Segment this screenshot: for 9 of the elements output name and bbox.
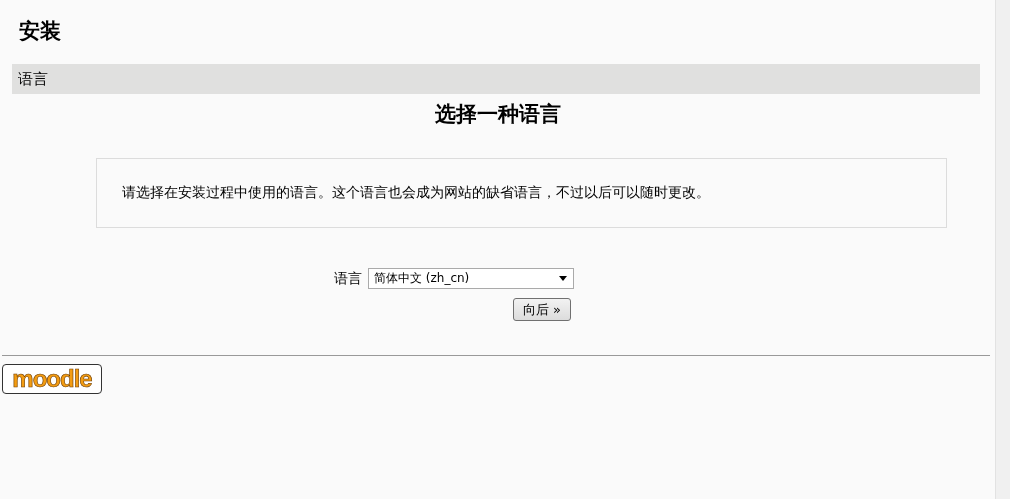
- language-select[interactable]: 简体中文 (zh_cn): [368, 268, 574, 289]
- section-label: 语言: [18, 69, 48, 89]
- scrollbar[interactable]: [995, 0, 1010, 499]
- caret-icon: [559, 276, 567, 281]
- page-heading: 选择一种语言: [433, 100, 562, 128]
- language-label: 语言: [334, 269, 362, 288]
- page-title: 安装: [19, 17, 62, 45]
- notice-text: 请选择在安装过程中使用的语言。这个语言也会成为网站的缺省语言，不过以后可以随时更改。: [122, 184, 710, 202]
- next-button[interactable]: 向后 »: [513, 298, 571, 321]
